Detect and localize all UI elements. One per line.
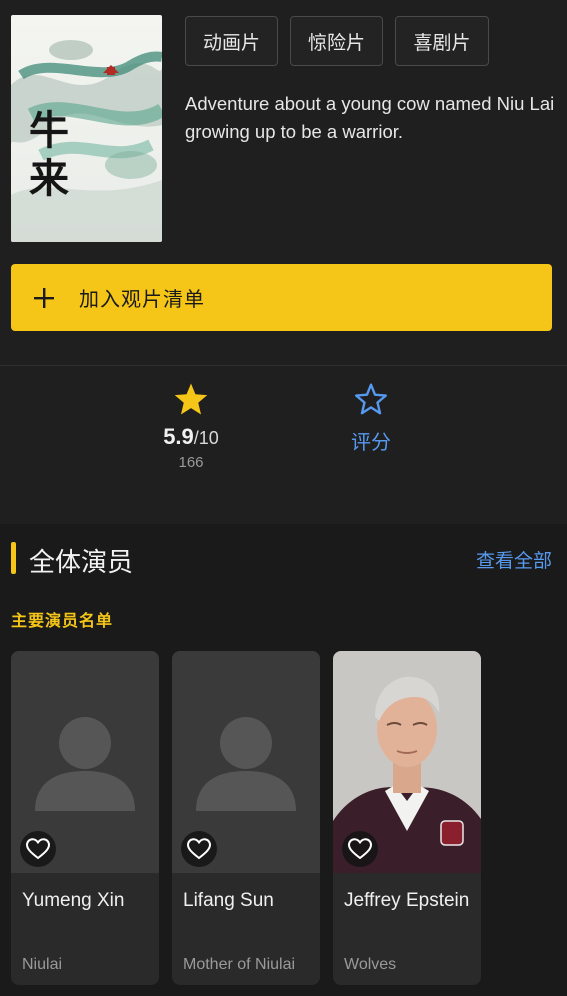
rating-scale: /10 xyxy=(193,428,219,448)
star-filled-icon xyxy=(174,383,208,415)
watchlist-label: 加入观片清单 xyxy=(79,289,205,311)
genre-chip[interactable]: 动画片 xyxy=(185,16,278,66)
favorite-heart-button[interactable] xyxy=(342,831,378,867)
rate-label: 评分 xyxy=(351,432,391,454)
top-cast-subhead: 主要演员名单 xyxy=(11,613,114,630)
genre-chips: 动画片 惊险片 喜剧片 xyxy=(185,16,489,66)
vote-count: 166 xyxy=(178,454,204,471)
cast-name: Yumeng Xin xyxy=(22,890,125,911)
plus-icon xyxy=(33,283,67,313)
movie-poster[interactable]: 牛来 xyxy=(11,15,162,242)
add-to-watchlist-button[interactable]: 加入观片清单 xyxy=(11,264,552,331)
genre-chip[interactable]: 喜剧片 xyxy=(395,16,489,66)
heart-icon xyxy=(187,838,211,860)
title-overview: 牛来 动画片 惊险片 喜剧片 Adventure about a young c… xyxy=(0,0,567,366)
see-all-link[interactable]: 查看全部 xyxy=(476,546,552,573)
favorite-heart-button[interactable] xyxy=(20,831,56,867)
rate-this-button[interactable]: 评分 xyxy=(330,382,412,455)
cast-role: Mother of Niulai xyxy=(183,956,296,973)
imdb-rating[interactable]: 5.9/10 166 xyxy=(140,382,242,471)
heart-icon xyxy=(26,838,50,860)
heart-icon xyxy=(348,838,372,860)
cast-card[interactable]: Lifang Sun Mother of Niulai xyxy=(172,651,320,985)
cast-card[interactable]: Yumeng Xin Niulai xyxy=(11,651,159,985)
cast-header: 全体演员 查看全部 xyxy=(0,540,567,577)
cast-title: 全体演员 xyxy=(29,547,134,577)
cast-role: Niulai xyxy=(22,956,63,973)
cast-role: Wolves xyxy=(344,956,397,973)
genre-chip[interactable]: 惊险片 xyxy=(290,16,383,66)
star-outline-icon xyxy=(355,383,387,415)
section-accent-bar xyxy=(11,542,16,574)
cast-name: Lifang Sun xyxy=(183,890,274,911)
favorite-heart-button[interactable] xyxy=(181,831,217,867)
rating-bar: 5.9/10 166 评分 xyxy=(0,366,567,524)
cast-card[interactable]: Jeffrey Epstein Wolves xyxy=(333,651,481,985)
rating-score: 5.9/10 xyxy=(140,424,242,450)
cast-name: Jeffrey Epstein xyxy=(344,890,470,911)
poster-title: 牛来 xyxy=(29,107,69,202)
cast-section: 全体演员 查看全部 主要演员名单 Yumeng Xin Niulai Lifan… xyxy=(0,524,567,996)
plot-description[interactable]: Adventure about a young cow named Niu La… xyxy=(185,90,555,146)
rating-value: 5.9 xyxy=(163,424,194,449)
